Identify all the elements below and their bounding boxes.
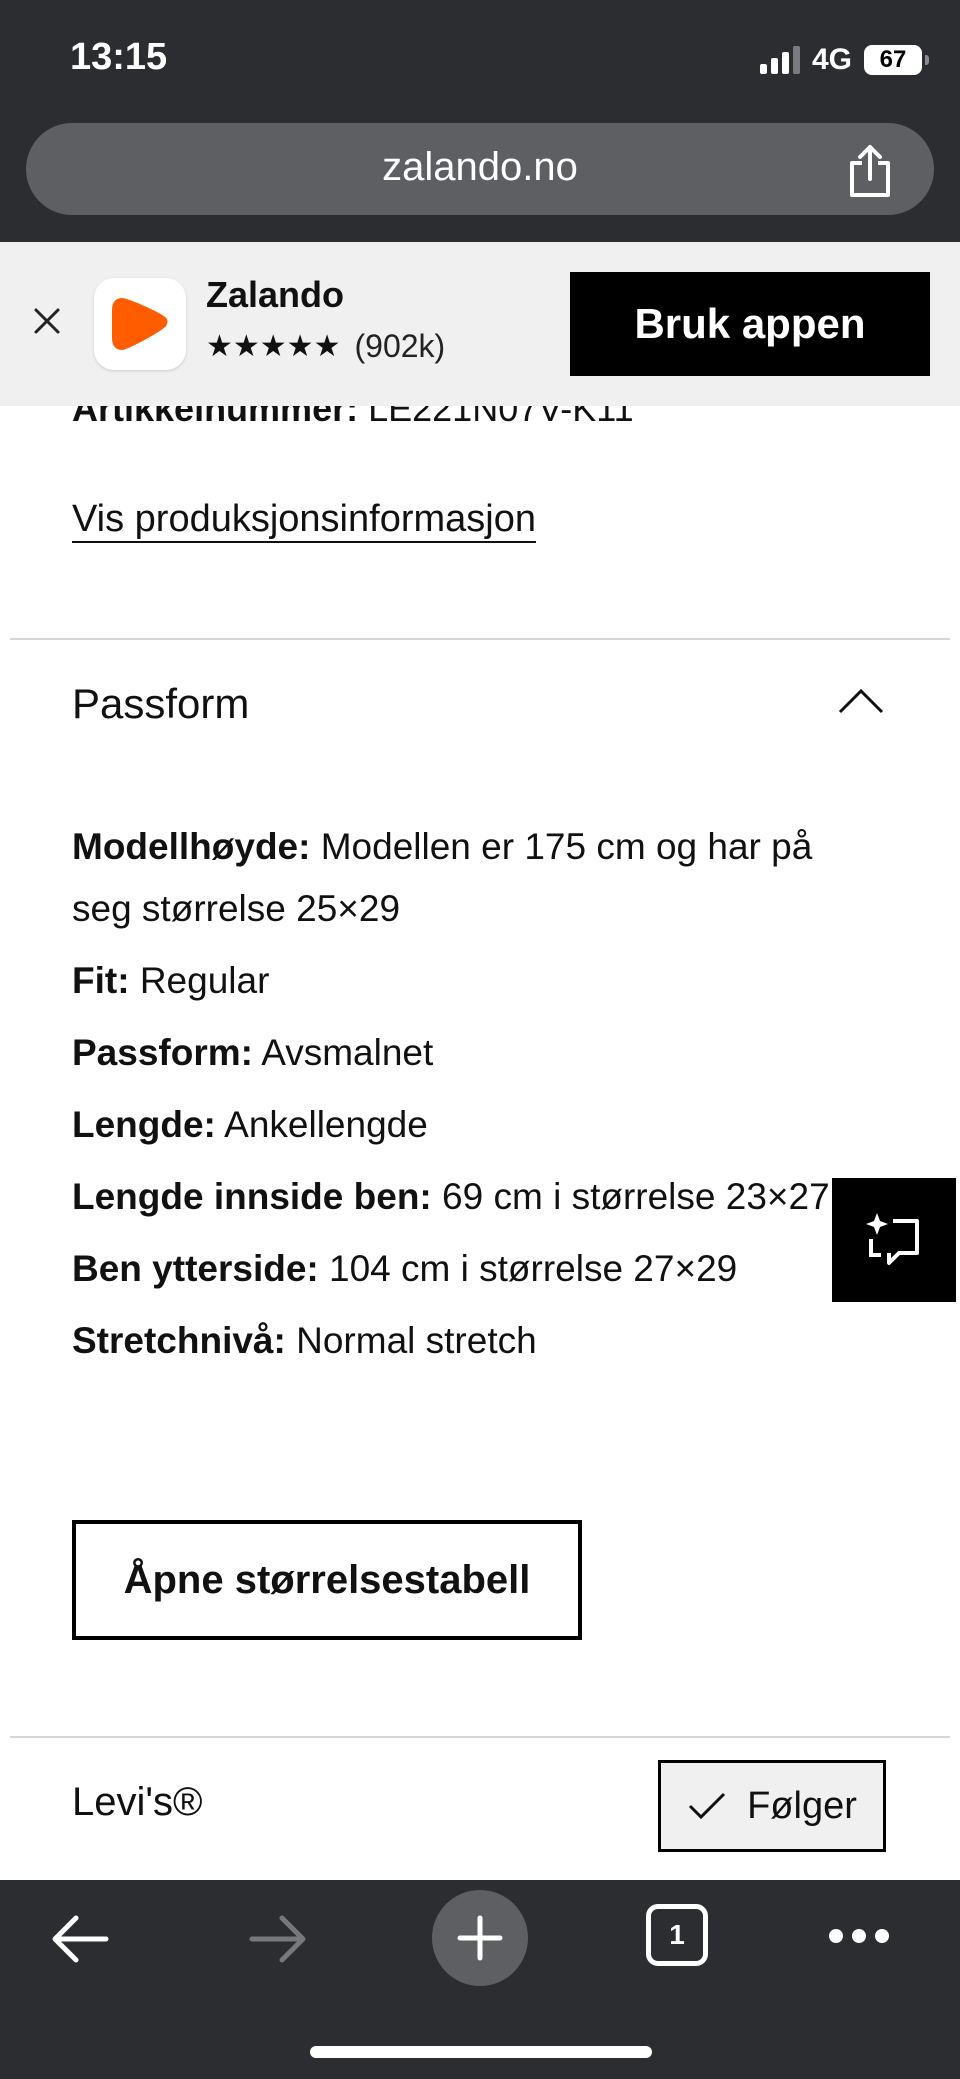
plus-icon	[457, 1915, 503, 1961]
more-dots-icon[interactable]	[826, 1924, 892, 1948]
spec-label: Modellhøyde:	[72, 826, 311, 867]
spec-value: Regular	[139, 960, 270, 1001]
spec-value: Avsmalnet	[261, 1032, 434, 1073]
spec-value: 104 cm i størrelse 27×29	[329, 1248, 738, 1289]
spec-row: Modellhøyde: Modellen er 175 cm og har p…	[72, 816, 882, 940]
open-app-button[interactable]: Bruk appen	[570, 272, 930, 376]
rating-count: (902k)	[354, 328, 446, 364]
spec-value: 69 cm i størrelse 23×27	[442, 1176, 830, 1217]
close-icon[interactable]	[30, 304, 64, 338]
address-bar[interactable]: zalando.no	[26, 123, 934, 215]
share-icon[interactable]	[844, 143, 896, 199]
spec-label: Fit:	[72, 960, 130, 1001]
checkmark-icon	[689, 1792, 726, 1820]
tabs-button[interactable]: 1	[646, 1904, 708, 1966]
follow-label: Følger	[747, 1784, 857, 1827]
forward-arrow-icon	[249, 1915, 306, 1963]
spec-label: Passform:	[72, 1032, 253, 1073]
section-divider	[10, 1736, 950, 1738]
follow-button[interactable]: Følger	[658, 1760, 886, 1852]
fit-spec-list: Modellhøyde: Modellen er 175 cm og har p…	[72, 816, 882, 1382]
home-indicator	[310, 2046, 652, 2058]
app-name: Zalando	[206, 274, 345, 315]
browser-bottom-toolbar: 1	[0, 1880, 960, 2079]
battery-icon: 67	[864, 45, 929, 75]
signal-icon	[759, 46, 800, 74]
fit-section-title[interactable]: Passform	[72, 680, 249, 728]
browser-top-chrome: 13:15 4G 67 zalando.no	[0, 0, 960, 242]
spec-row: Lengde innside ben: 69 cm i størrelse 23…	[72, 1166, 882, 1228]
spec-label: Ben ytterside:	[72, 1248, 319, 1289]
spec-label: Stretchnivå:	[72, 1320, 286, 1361]
zalando-logo-icon	[112, 298, 168, 350]
battery-level: 67	[879, 46, 907, 73]
back-arrow-icon[interactable]	[50, 1912, 110, 1966]
new-tab-button[interactable]	[432, 1890, 528, 1986]
network-type: 4G	[811, 43, 852, 76]
chevron-up-icon[interactable]	[836, 686, 886, 716]
spec-label: Lengde:	[72, 1104, 216, 1145]
spec-row: Stretchnivå: Normal stretch	[72, 1310, 882, 1372]
section-divider	[10, 638, 950, 640]
zalando-app-icon	[94, 278, 186, 370]
size-chart-button[interactable]: Åpne størrelsestabell	[72, 1520, 582, 1640]
spec-label: Lengde innside ben:	[72, 1176, 432, 1217]
spec-value: Normal stretch	[296, 1320, 537, 1361]
url-text: zalando.no	[382, 145, 578, 189]
production-info-link[interactable]: Vis produksjonsinformasjon	[72, 498, 536, 541]
spec-row: Ben ytterside: 104 cm i størrelse 27×29	[72, 1238, 882, 1300]
app-rating: ★★★★★ (902k)	[206, 328, 445, 365]
brand-name[interactable]: Levi's®	[72, 1780, 203, 1825]
feedback-button[interactable]	[832, 1178, 956, 1302]
spec-value: Ankellengde	[224, 1104, 428, 1145]
rating-stars: ★★★★★	[206, 329, 341, 363]
spec-row: Lengde: Ankellengde	[72, 1094, 882, 1156]
spec-row: Passform: Avsmalnet	[72, 1022, 882, 1084]
feedback-sparkle-icon	[866, 1213, 919, 1265]
app-banner: Zalando ★★★★★ (902k) Bruk appen	[0, 242, 960, 406]
status-time: 13:15	[70, 36, 168, 78]
spec-row: Fit: Regular	[72, 950, 882, 1012]
tabs-count: 1	[669, 1919, 685, 1950]
status-indicators: 4G 67	[759, 40, 929, 80]
